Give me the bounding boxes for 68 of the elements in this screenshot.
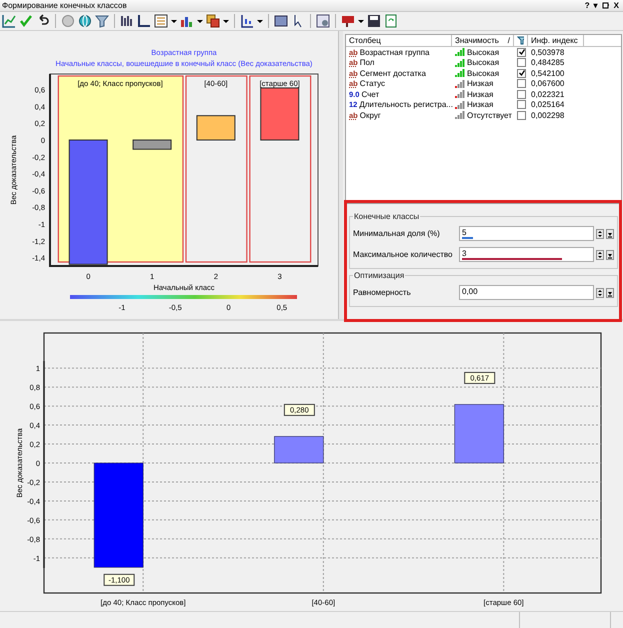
chart-icon[interactable] — [2, 14, 16, 28]
table-cell-text: 0,025164 — [530, 100, 566, 110]
funnel-icon[interactable] — [517, 35, 524, 45]
funnel-icon[interactable] — [95, 14, 109, 28]
table-cell-text: 0,067600 — [530, 79, 566, 88]
field-label: Минимальная доля (%) — [353, 229, 441, 238]
checkbox[interactable] — [517, 79, 526, 88]
checkbox[interactable] — [517, 68, 526, 78]
checkbox[interactable] — [517, 90, 526, 99]
table-cell: Низкая — [467, 90, 494, 99]
table-cell-text: 0,503978 — [530, 48, 566, 57]
column-header[interactable]: Инф. индекс — [528, 35, 584, 46]
columns-icon[interactable] — [120, 14, 134, 28]
table-cell: Возрастная группа — [360, 48, 430, 57]
dropdown-icon[interactable] — [606, 228, 614, 238]
window-title: Формирование конечных классов — [2, 1, 127, 10]
checkbox[interactable] — [517, 100, 526, 110]
splitter-handle[interactable] — [338, 31, 343, 319]
table-cell: Низкая — [467, 79, 494, 88]
scatter-icon[interactable] — [240, 14, 254, 28]
table-cell: Высокая — [467, 48, 500, 57]
globe-icon[interactable] — [78, 14, 92, 28]
sort-indicator: / — [508, 35, 510, 46]
pin-icon[interactable] — [602, 2, 610, 10]
help-button[interactable]: ? — [584, 0, 590, 10]
table-cell: Статус — [360, 79, 386, 88]
number-field[interactable]: 5 — [459, 226, 594, 241]
panel-icon[interactable] — [274, 14, 288, 28]
spin-icon[interactable] — [596, 288, 604, 298]
bars-icon[interactable] — [180, 14, 194, 28]
dropdown-button[interactable]: ▾ — [594, 0, 598, 10]
flag-icon[interactable] — [341, 14, 355, 28]
table-cell: Округ — [360, 110, 381, 120]
list-icon[interactable] — [154, 14, 168, 28]
group-title: Конечные классы — [353, 212, 420, 221]
table-cell: Сегмент достатка — [360, 68, 426, 78]
spin-icon[interactable] — [596, 228, 604, 238]
group-title: Оптимизация — [353, 271, 406, 280]
table-cell: Высокая — [467, 58, 500, 68]
column-header[interactable]: Столбец — [346, 35, 452, 46]
column-header[interactable]: Значимость / — [452, 35, 514, 46]
table-cell-text: 0,484285 — [530, 58, 566, 68]
table-cell: Счет — [361, 90, 380, 99]
dropdown-icon[interactable] — [606, 288, 614, 298]
table-cell: Высокая — [467, 68, 500, 78]
close-button[interactable]: X — [614, 0, 619, 10]
table-cell-text: 0,022321 — [530, 90, 566, 99]
number-field[interactable]: 3 — [459, 247, 594, 262]
checkbox[interactable] — [517, 48, 526, 57]
table-cell-text: 0,542100 — [530, 68, 566, 78]
table-cell: Низкая — [467, 100, 494, 110]
table-cell: Пол — [360, 58, 374, 68]
settings-icon[interactable] — [316, 14, 330, 28]
field-label: Максимальное количество — [353, 250, 454, 259]
number-field[interactable]: 0,00 — [459, 285, 594, 300]
field-label: Равномерность — [353, 288, 412, 297]
dropdown-icon[interactable] — [606, 250, 614, 260]
checkbox[interactable] — [517, 110, 526, 120]
save-icon[interactable] — [367, 14, 381, 28]
spin-icon[interactable] — [596, 250, 604, 260]
check-icon[interactable] — [19, 14, 33, 28]
axis-icon[interactable] — [137, 14, 151, 28]
refresh-icon[interactable] — [384, 14, 398, 28]
table-cell-text: 0,002298 — [530, 110, 566, 120]
table-cell: Отсутствует — [467, 110, 512, 120]
table-cell: Длительность регистра... — [359, 100, 453, 110]
windows-icon[interactable] — [206, 14, 220, 28]
checkbox[interactable] — [517, 58, 526, 68]
